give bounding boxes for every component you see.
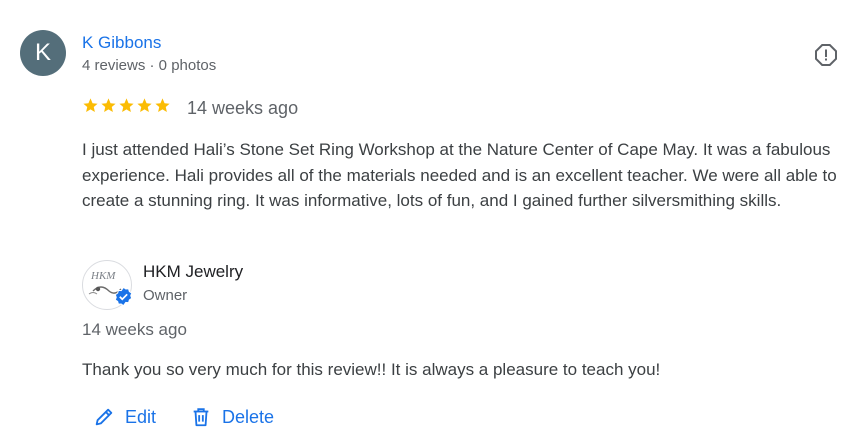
- reviewer-avatar[interactable]: K: [20, 30, 66, 76]
- edit-label: Edit: [125, 406, 157, 427]
- reply-time: 14 weeks ago: [82, 320, 187, 339]
- avatar-letter: K: [34, 39, 51, 66]
- review-text: I just attended Hali’s Stone Set Ring Wo…: [82, 140, 837, 210]
- verified-badge-icon: [113, 286, 134, 307]
- star-icon: [83, 98, 98, 113]
- star-icon: [101, 98, 116, 113]
- star-icon: [137, 98, 152, 113]
- reviewer-name[interactable]: K Gibbons: [82, 33, 161, 53]
- owner-logo-text: HKM: [90, 270, 116, 282]
- star-icon: [155, 98, 170, 113]
- report-flag-icon[interactable]: [814, 43, 838, 67]
- reviewer-meta: 4 reviews · 0 photos: [82, 57, 217, 74]
- star-rating: [82, 97, 171, 117]
- reply-text: Thank you so very much for this review!!…: [82, 360, 661, 379]
- delete-reply-button[interactable]: Delete: [190, 404, 274, 430]
- delete-label: Delete: [222, 406, 275, 427]
- pencil-icon: [95, 408, 113, 426]
- owner-role-label: Owner: [143, 287, 188, 304]
- star-icon: [119, 98, 134, 113]
- trash-icon: [193, 408, 209, 427]
- owner-name: HKM Jewelry: [143, 262, 244, 281]
- edit-reply-button[interactable]: Edit: [93, 404, 156, 430]
- review-time: 14 weeks ago: [187, 98, 299, 118]
